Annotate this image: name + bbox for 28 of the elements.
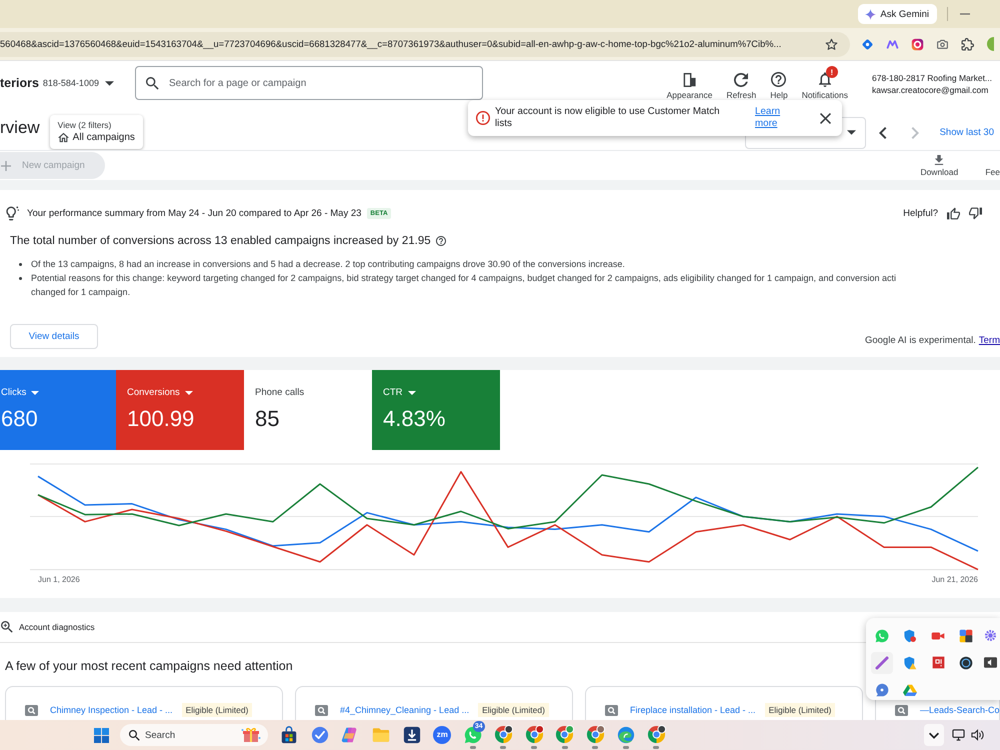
diagnostics-title: Account diagnostics	[19, 622, 95, 632]
toast-message: Your account is now eligible to use Customer Match lists	[495, 106, 721, 130]
helpful-label: Helpful?	[903, 208, 938, 218]
status-badge: Eligible (Limited)	[182, 703, 252, 717]
account-email: kawsar.creatocore@gmail.com	[872, 85, 990, 95]
summary-bullet: Of the 13 campaigns, 8 had an increase in conversions and 5 had a decrease. 2 top contributing campaigns drove 30.90 of the conversions increase.	[31, 258, 625, 271]
account-name: teriors	[0, 76, 39, 90]
metric-label: Clicks	[1, 387, 26, 399]
metric-value: 4.83%	[383, 408, 446, 430]
notification-badge: !	[826, 66, 838, 78]
ai-disclaimer: Google AI is experimental.	[864, 335, 976, 346]
attention-heading: A few of your most recent campaigns need attention	[5, 658, 293, 675]
summary-headline: The total number of conversions across 13 enabled campaigns increased by 21.95	[10, 234, 431, 249]
x-axis-label: Jun 1, 2026	[38, 575, 80, 584]
metric-value: 85	[255, 408, 280, 430]
account-label: 678-180-2817 Roofing Market...	[872, 73, 994, 83]
x-axis-label: Jun 21, 2026	[932, 575, 978, 584]
page-title: rview	[0, 118, 40, 138]
metric-label: Phone calls	[255, 387, 304, 399]
summary-bullet: Potential reasons for this change: keyword targeting changed for 2 campaigns, bid strategy target changed for 4 campaigns, budget changed for 2 campaigns, ads eligibility changed for 1 campaign, and conversion acti changed for 1 campaign.	[31, 272, 898, 299]
metric-value: 680	[1, 408, 39, 430]
metric-label: CTR	[383, 387, 403, 399]
status-badge: Eligible (Limited)	[478, 703, 549, 717]
account-id: 818-584-1009	[42, 78, 99, 88]
status-badge: Eligible (Limited)	[764, 703, 836, 717]
summary-intro: Your performance summary from May 24 - Jun 20 compared to Apr 26 - May 23	[27, 208, 362, 218]
metric-label: Conversions	[127, 387, 180, 399]
metric-value: 100.99	[127, 408, 196, 430]
